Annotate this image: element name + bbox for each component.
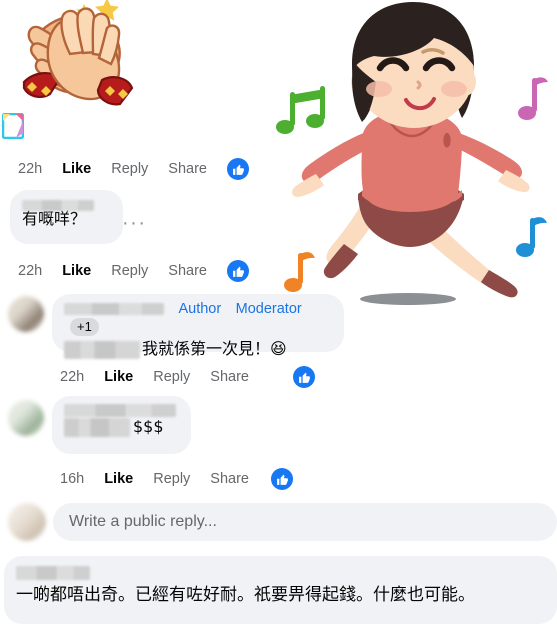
comment-author-name-redacted[interactable] xyxy=(22,197,111,212)
ear-right xyxy=(454,68,476,96)
clapping-hands-sticker[interactable] xyxy=(6,0,158,138)
eye-right xyxy=(422,57,456,72)
thumbs-up-icon[interactable] xyxy=(293,366,315,388)
ground-shadow xyxy=(360,293,456,305)
skirt-hem xyxy=(358,194,464,204)
face xyxy=(354,16,474,128)
hair-side-left xyxy=(352,62,376,122)
eyebrow xyxy=(421,48,445,55)
shoe-left xyxy=(323,244,358,279)
reply-button[interactable]: Reply xyxy=(153,369,190,385)
comment-text: 有嘅咩？ xyxy=(22,209,87,228)
dancing-girl-illustration xyxy=(276,2,548,305)
skirt xyxy=(358,178,464,247)
comment-author-name-redacted[interactable] xyxy=(64,402,179,418)
avatar-composer[interactable] xyxy=(8,503,46,541)
reply-button[interactable]: Reply xyxy=(111,161,148,177)
hair-back xyxy=(352,2,474,120)
music-note-green xyxy=(276,86,325,134)
nose xyxy=(416,80,422,90)
comment-bubble-4: $$$ xyxy=(52,396,191,454)
eye-left xyxy=(376,57,410,72)
arm-right xyxy=(452,132,523,179)
moderator-role-label[interactable]: Moderator xyxy=(236,301,302,317)
like-button[interactable]: Like xyxy=(104,471,133,487)
arm-left xyxy=(301,132,370,183)
like-button[interactable]: Like xyxy=(62,263,91,279)
thumbs-up-icon[interactable] xyxy=(271,468,293,490)
share-button[interactable]: Share xyxy=(168,161,207,177)
reply-button[interactable]: Reply xyxy=(111,263,148,279)
shirt-button xyxy=(443,133,451,148)
like-button[interactable]: Like xyxy=(62,161,91,177)
comment-actions-3: 22h Like Reply Share xyxy=(60,366,315,388)
ear-left xyxy=(351,68,373,96)
extra-roles-badge[interactable]: +1 xyxy=(70,318,99,336)
thumbs-up-icon[interactable] xyxy=(227,158,249,180)
top-hem xyxy=(362,190,462,203)
comment-timestamp[interactable]: 22h xyxy=(18,263,42,279)
avatar-comment-4[interactable] xyxy=(8,400,44,436)
comment-more-menu-2[interactable]: ··· xyxy=(122,213,146,233)
comment-actions-4: 16h Like Reply Share xyxy=(60,468,293,490)
comment-bubble-2: 有嘅咩？ xyxy=(10,190,123,244)
hand-left xyxy=(292,174,324,197)
thumbs-up-icon[interactable] xyxy=(227,260,249,282)
comment-author-name-redacted[interactable] xyxy=(64,300,168,317)
comment-timestamp[interactable]: 22h xyxy=(60,369,84,385)
music-note-orange xyxy=(284,252,315,292)
top-shirt xyxy=(361,110,462,212)
shoe-right xyxy=(481,270,518,298)
reply-composer[interactable]: Write a public reply... xyxy=(53,503,557,541)
comment-actions-1: 22h Like Reply Share xyxy=(18,158,249,180)
music-note-blue xyxy=(516,217,547,257)
blush-right xyxy=(441,81,467,97)
comment-text: 一啲都唔出奇。已經有咗好耐。祇要畀得起錢。什麼也可能。 xyxy=(16,585,475,605)
sticker-source-badge xyxy=(2,113,24,139)
hair-fringe xyxy=(354,6,474,68)
reply-button[interactable]: Reply xyxy=(153,471,190,487)
avatar-comment-3[interactable] xyxy=(8,296,44,332)
share-button[interactable]: Share xyxy=(168,263,207,279)
comment-bubble-5: 一啲都唔出奇。已經有咗好耐。祇要畀得起錢。什麼也可能。 xyxy=(4,556,557,624)
collar xyxy=(382,102,442,138)
share-button[interactable]: Share xyxy=(210,369,249,385)
comment-actions-2: 22h Like Reply Share xyxy=(18,260,249,282)
comment-emoji: 😆 xyxy=(270,339,287,359)
author-role-label[interactable]: Author xyxy=(178,301,221,317)
comment-text: $$$ xyxy=(133,417,164,436)
leg-right xyxy=(413,212,510,294)
comment-author-name-redacted[interactable] xyxy=(16,564,90,581)
hand-right xyxy=(498,170,530,193)
comment-text: 我就係第一次見！ xyxy=(142,339,271,359)
comment-bubble-3: Author Moderator +1 我就係第一次見！😆 xyxy=(52,294,344,359)
music-note-purple xyxy=(518,77,548,120)
reply-input-placeholder[interactable]: Write a public reply... xyxy=(69,513,217,531)
blush-left xyxy=(366,81,392,97)
like-button[interactable]: Like xyxy=(104,369,133,385)
mouth xyxy=(404,97,436,111)
comment-timestamp[interactable]: 22h xyxy=(18,161,42,177)
share-button[interactable]: Share xyxy=(210,471,249,487)
leg-left xyxy=(326,200,378,265)
comment-timestamp[interactable]: 16h xyxy=(60,471,84,487)
bracelet-front xyxy=(96,76,134,106)
